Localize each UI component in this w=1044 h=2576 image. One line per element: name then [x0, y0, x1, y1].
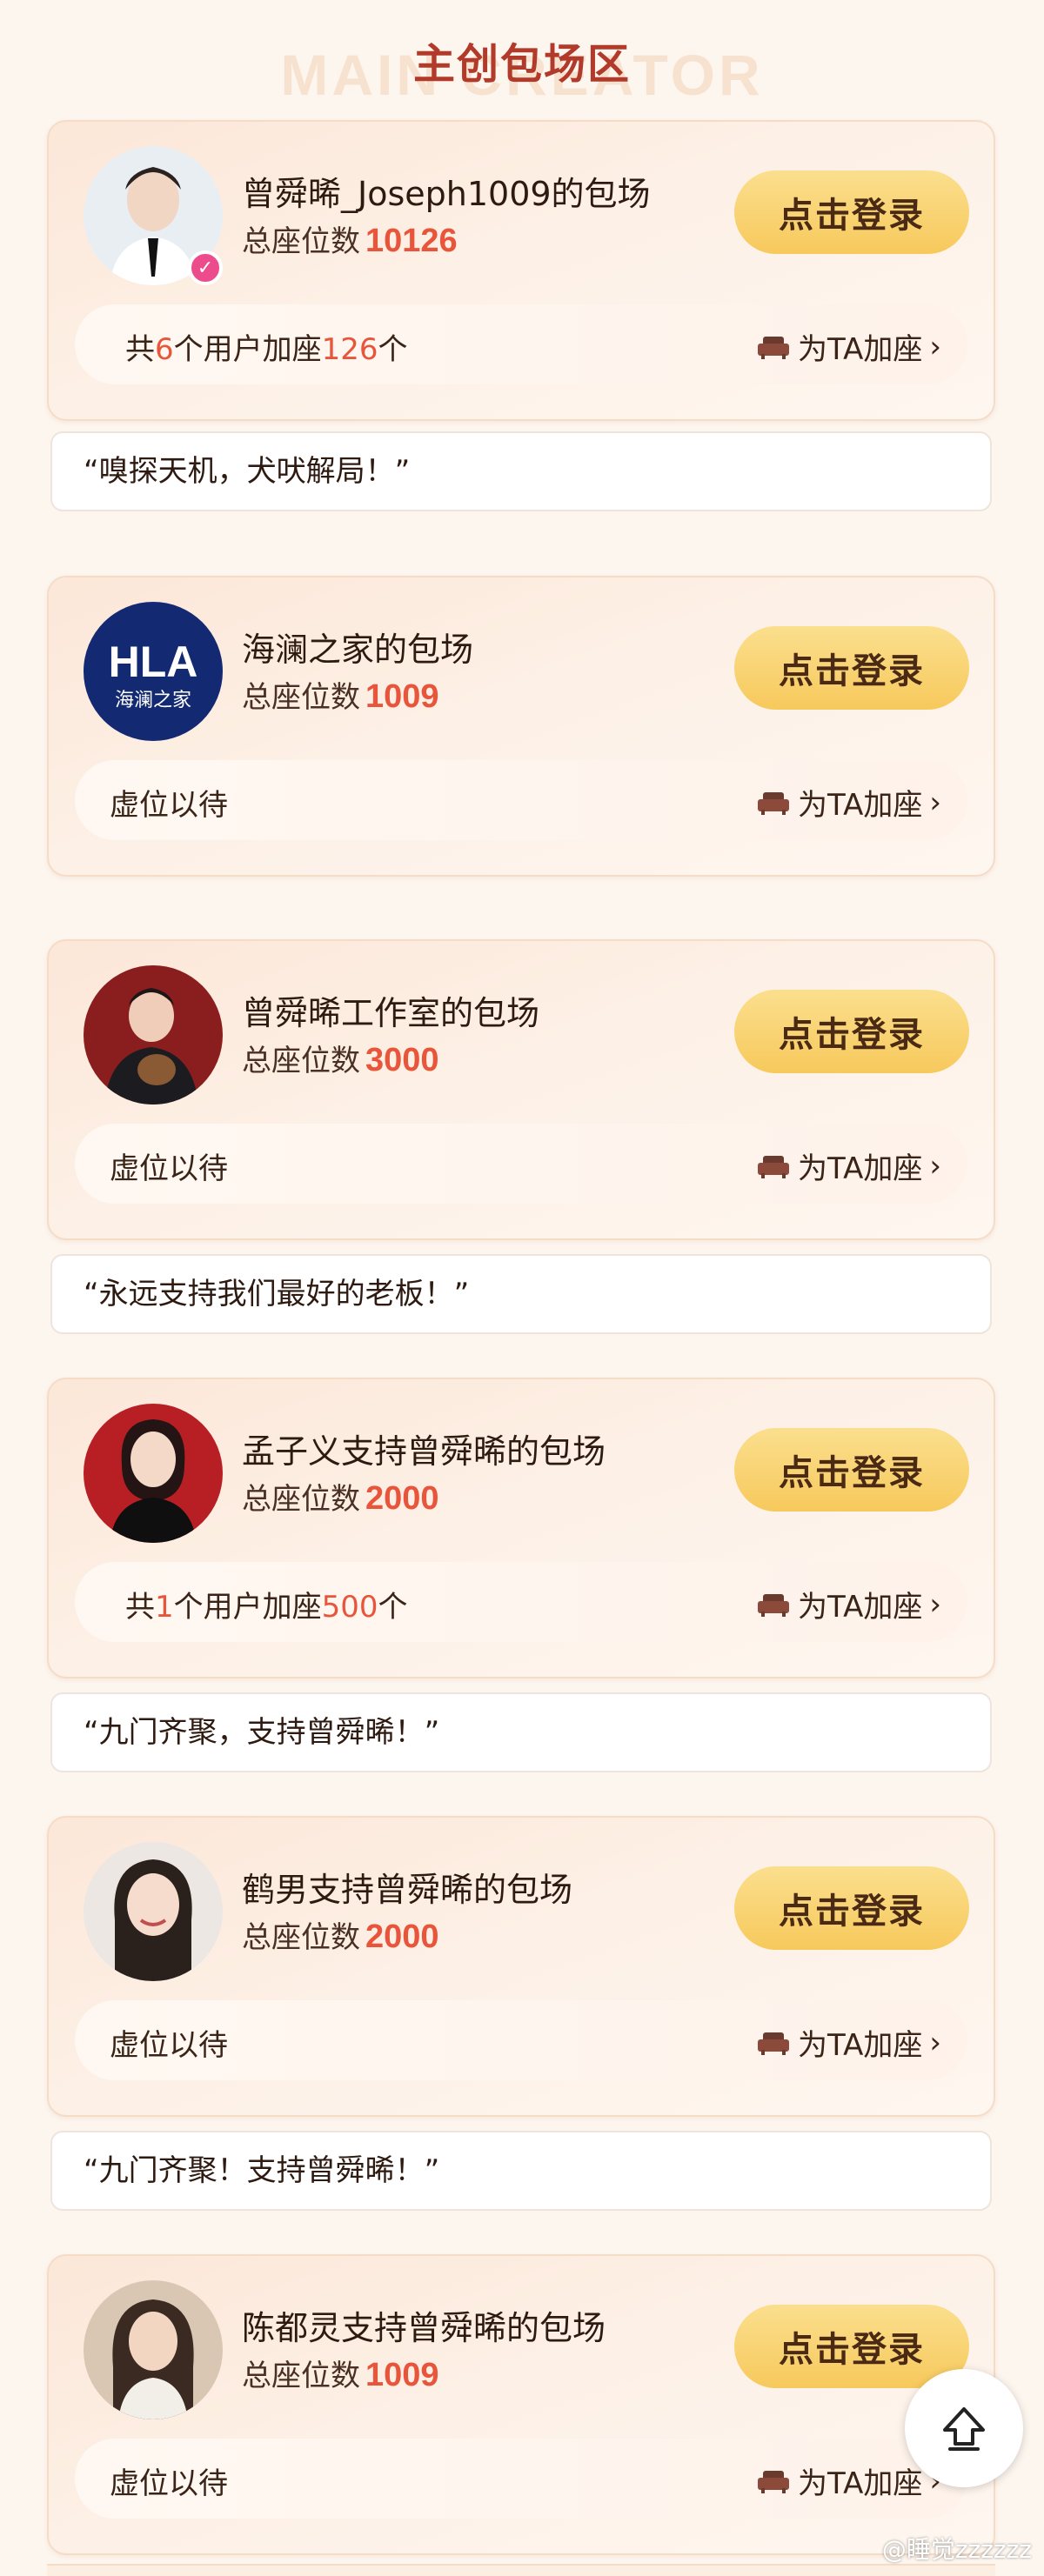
page-title: 主创包场区 [412, 40, 631, 89]
sofa-icon [758, 791, 789, 815]
host-name: 陈都灵支持曾舜晞的包场 [242, 2309, 606, 2347]
host-name: 曾舜晞工作室的包场 [242, 994, 540, 1032]
avatar[interactable]: HLA 海澜之家 [84, 602, 223, 741]
login-button[interactable]: 点击登录 [734, 1866, 969, 1950]
avatar[interactable] [84, 1404, 223, 1543]
section-header: MAIN CREATOR 主创包场区 [0, 0, 1044, 111]
seat-summary-bar: 虚位以待 为TA加座 › [75, 2000, 967, 2080]
sofa-icon [758, 336, 789, 359]
brand-logo-subtext: 海澜之家 [115, 690, 191, 711]
watermark-credit: @睡觉zzzzzz [881, 2535, 1032, 2564]
booking-card: 鹤男支持曾舜晞的包场 总座位数 2000 点击登录 虚位以待 为TA加座 › [47, 1816, 995, 2117]
chevron-right-icon: › [929, 1586, 941, 1622]
add-seat-link[interactable]: 为TA加座 › [758, 2459, 941, 2502]
arrow-up-icon [943, 2407, 985, 2451]
seat-summary: 虚位以待 [110, 2466, 228, 2501]
total-seats: 总座位数 1009 [242, 2357, 439, 2393]
host-name: 曾舜晞_Joseph1009的包场 [242, 175, 651, 213]
host-name: 海澜之家的包场 [242, 631, 474, 669]
avatar[interactable] [84, 2280, 223, 2419]
chevron-right-icon: › [929, 1148, 941, 1184]
support-quote: “九门齐聚，支持曾舜晞！” [50, 1692, 992, 1772]
total-seats: 总座位数 3000 [242, 1042, 439, 1078]
seat-summary: 虚位以待 [110, 1151, 228, 1186]
chevron-right-icon: › [929, 329, 941, 364]
sofa-icon [758, 1155, 789, 1178]
seat-summary: 虚位以待 [110, 788, 228, 823]
total-seats: 总座位数 2000 [242, 1480, 439, 1517]
login-button[interactable]: 点击登录 [734, 170, 969, 254]
verified-check-icon: ✓ [188, 250, 223, 285]
chevron-right-icon: › [929, 2025, 941, 2060]
seat-summary-bar: 虚位以待 为TA加座 › [75, 1124, 967, 1204]
host-name: 孟子义支持曾舜晞的包场 [242, 1432, 606, 1471]
sofa-icon [758, 1593, 789, 1617]
seat-summary: 共6个用户加座126个 [125, 332, 408, 367]
add-seat-link[interactable]: 为TA加座 › [758, 1583, 941, 1625]
seat-summary-bar: 虚位以待 为TA加座 › [75, 760, 967, 840]
chevron-right-icon: › [929, 784, 941, 820]
avatar[interactable] [84, 965, 223, 1104]
booking-card: ✓ 曾舜晞_Joseph1009的包场 总座位数 10126 点击登录 共6个用户… [47, 120, 995, 421]
login-button[interactable]: 点击登录 [734, 1428, 969, 1512]
seat-summary-bar: 共6个用户加座126个 为TA加座 › [75, 304, 967, 384]
support-quote: “九门齐聚！支持曾舜晞！” [50, 2131, 992, 2211]
total-seats: 总座位数 10126 [242, 223, 458, 259]
add-seat-link[interactable]: 为TA加座 › [758, 1145, 941, 1187]
sofa-icon [758, 2470, 789, 2493]
booking-card: 陈都灵支持曾舜晞的包场 总座位数 1009 点击登录 虚位以待 为TA加座 › [47, 2254, 995, 2555]
login-button[interactable]: 点击登录 [734, 2305, 969, 2388]
seat-summary: 共1个用户加座500个 [125, 1590, 408, 1625]
total-seats: 总座位数 2000 [242, 1919, 439, 1955]
add-seat-link[interactable]: 为TA加座 › [758, 325, 941, 368]
add-seat-link[interactable]: 为TA加座 › [758, 781, 941, 824]
seat-summary-bar: 虚位以待 为TA加座 › [75, 2439, 967, 2519]
support-quote: “永远支持我们最好的老板！” [50, 1254, 992, 1334]
support-quote: “嗅探天机，犬吠解局！” [50, 431, 992, 511]
booking-card: 孟子义支持曾舜晞的包场 总座位数 2000 点击登录 共1个用户加座500个 为T… [47, 1378, 995, 1678]
total-seats: 总座位数 1009 [242, 678, 439, 715]
seat-summary-bar: 共1个用户加座500个 为TA加座 › [75, 1562, 967, 1642]
login-button[interactable]: 点击登录 [734, 990, 969, 1073]
booking-card: 曾舜晞工作室的包场 总座位数 3000 点击登录 虚位以待 为TA加座 › [47, 939, 995, 1240]
avatar[interactable] [84, 1842, 223, 1981]
login-button[interactable]: 点击登录 [734, 626, 969, 710]
add-seat-link[interactable]: 为TA加座 › [758, 2021, 941, 2064]
back-to-top-button[interactable] [905, 2369, 1023, 2487]
sofa-icon [758, 2032, 789, 2055]
next-card-edge [47, 2564, 995, 2576]
booking-card: HLA 海澜之家 海澜之家的包场 总座位数 1009 点击登录 虚位以待 为TA加… [47, 576, 995, 877]
host-name: 鹤男支持曾舜晞的包场 [242, 1871, 573, 1909]
brand-logo-text: HLA [109, 637, 198, 686]
seat-summary: 虚位以待 [110, 2028, 228, 2063]
